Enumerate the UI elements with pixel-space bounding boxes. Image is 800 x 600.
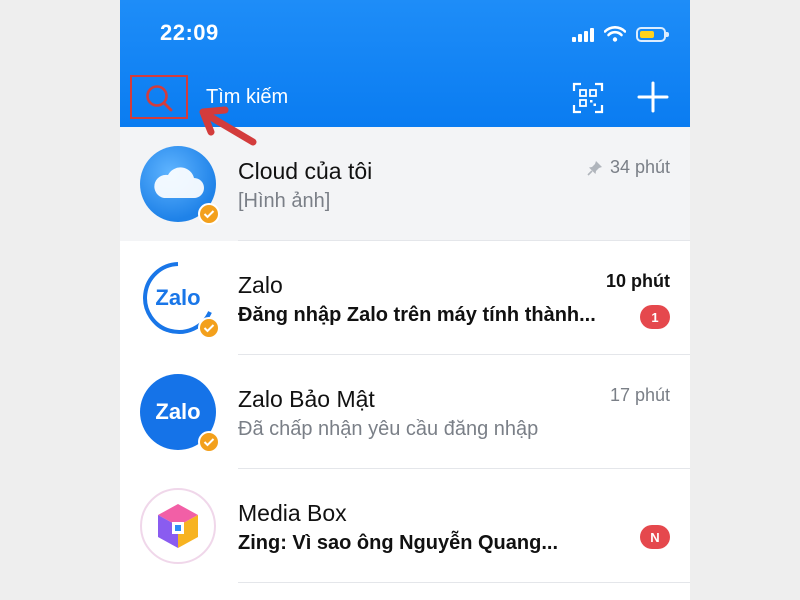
verified-icon — [198, 431, 220, 453]
conversation-time: 10 phút — [606, 271, 670, 292]
divider — [238, 582, 690, 583]
battery-icon — [636, 26, 669, 42]
status-time: 22:09 — [160, 20, 219, 45]
time-text: 17 phút — [609, 385, 670, 405]
conversation-preview: Zing: Vì sao ông Nguyễn Quang... — [238, 532, 558, 554]
avatar: Zalo — [140, 260, 220, 339]
plus-icon[interactable] — [636, 80, 670, 114]
verified-icon — [198, 317, 220, 339]
conversation-preview: Đã chấp nhận yêu cầu đăng nhập — [238, 418, 539, 440]
avatar — [140, 146, 220, 225]
conversation-name: Zalo Bảo Mật — [238, 386, 375, 412]
conversation-name: Cloud của tôi — [238, 158, 373, 184]
status-icons — [572, 22, 669, 46]
time-text: 10 phút — [605, 271, 670, 291]
conversation-time: 34 phút — [586, 157, 670, 178]
verified-icon — [198, 203, 220, 225]
conversation-item[interactable]: Zalo Zalo Đăng nhập Zalo trên máy tính t… — [120, 241, 690, 355]
avatar — [140, 488, 216, 564]
avatar-text: Zalo — [155, 285, 200, 310]
wifi-icon — [604, 26, 626, 42]
media-box-logo-icon — [158, 504, 198, 548]
conversation-preview: [Hình ảnh] — [238, 190, 331, 212]
unread-badge: 1 — [640, 305, 670, 329]
conversation-item[interactable]: Zalo Zalo Bảo Mật Đã chấp nhận yêu cầu đ… — [120, 355, 690, 469]
search-icon — [146, 85, 173, 112]
conversation-list: Cloud của tôi [Hình ảnh] 34 phút Zalo Za… — [120, 127, 690, 583]
conversation-time: 17 phút — [610, 385, 670, 406]
time-text: 34 phút — [609, 157, 670, 177]
conversation-preview: Đăng nhập Zalo trên máy tính thành... — [238, 304, 596, 326]
search-button[interactable] — [130, 75, 188, 119]
phone-screen: 22:09 Tìm kiếm Cloud của tôi [Hình ảnh] … — [120, 0, 690, 600]
unread-badge: N — [640, 525, 670, 549]
pin-icon — [587, 160, 602, 176]
qr-scan-icon[interactable] — [572, 82, 604, 114]
cloud-icon — [154, 167, 204, 198]
avatar-text: Zalo — [155, 399, 201, 424]
signal-icon — [572, 26, 594, 42]
conversation-name: Zalo — [238, 272, 283, 298]
annotation-arrow — [199, 106, 257, 146]
conversation-item[interactable]: Media Box Zing: Vì sao ông Nguyễn Quang.… — [120, 469, 690, 583]
avatar: Zalo — [140, 374, 220, 453]
conversation-name: Media Box — [238, 500, 347, 526]
